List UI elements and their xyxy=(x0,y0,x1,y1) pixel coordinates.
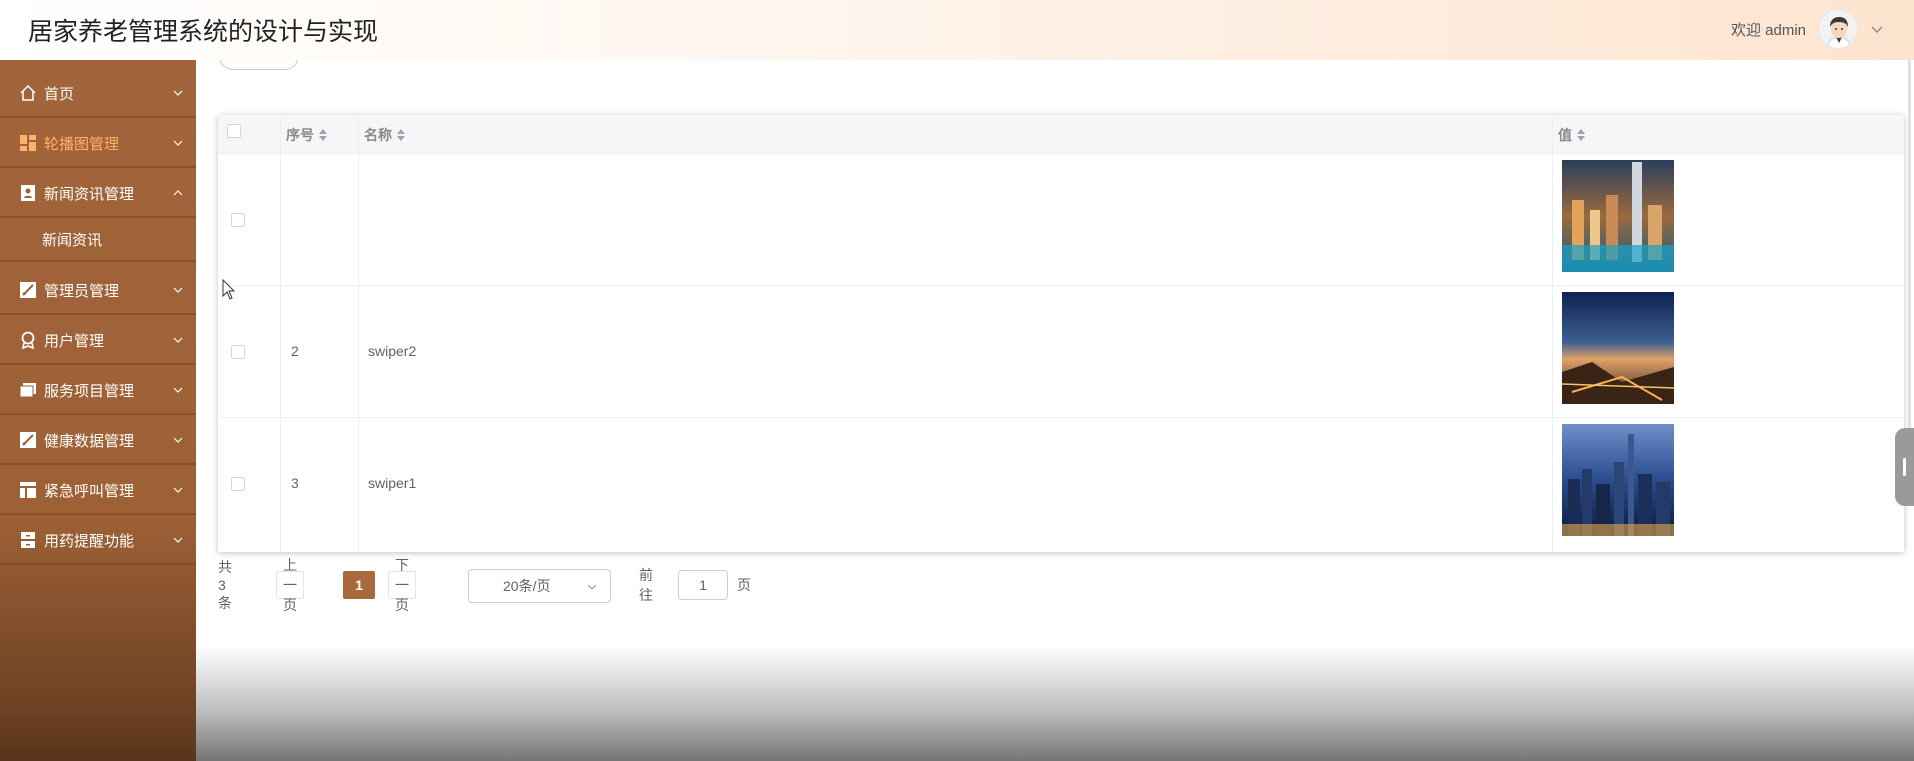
side-drawer-handle[interactable] xyxy=(1895,428,1914,506)
column-header-name[interactable]: 名称 xyxy=(364,115,406,154)
sidebar-item-label: 服务项目管理 xyxy=(44,382,135,400)
chevron-up-icon xyxy=(173,190,183,196)
city-night-thumbnail[interactable] xyxy=(1562,160,1674,272)
goto-page-input[interactable]: 1 xyxy=(678,570,728,600)
layout-icon xyxy=(18,480,38,500)
dashboard-icon xyxy=(18,133,38,153)
sidebar: 首页 轮播图管理 新闻资讯管理 新闻资讯 管理员管理 用户管理 服务项目管理 健… xyxy=(0,60,196,761)
chevron-down-icon xyxy=(173,437,183,443)
sidebar-item-label: 新闻资讯管理 xyxy=(44,185,135,203)
badge-icon xyxy=(18,330,38,350)
sidebar-item-news-management[interactable]: 新闻资讯管理 xyxy=(0,170,196,218)
table-header: 序号 名称 值 xyxy=(218,115,1904,154)
select-all-checkbox[interactable] xyxy=(227,124,241,138)
contact-card-icon xyxy=(18,183,38,203)
avatar[interactable] xyxy=(1818,9,1858,49)
sidebar-subitem-label: 新闻资讯 xyxy=(42,231,103,249)
goto-label: 前往 xyxy=(639,567,653,603)
page-size-value: 20条/页 xyxy=(503,578,551,594)
goto-suffix: 页 xyxy=(737,577,751,593)
sidebar-item-label: 管理员管理 xyxy=(44,282,120,300)
sidebar-item-health-data[interactable]: 健康数据管理 xyxy=(0,417,196,465)
chevron-down-icon xyxy=(173,337,183,343)
welcome-text: 欢迎 admin xyxy=(1730,21,1806,39)
data-table: 序号 名称 值 2 swiper2 3 swiper1 xyxy=(218,115,1904,552)
current-page-button[interactable]: 1 xyxy=(343,571,375,599)
column-header-index[interactable]: 序号 xyxy=(286,115,328,154)
sidebar-item-admin-management[interactable]: 管理员管理 xyxy=(0,267,196,315)
edit-box-icon xyxy=(18,280,38,300)
next-page-button[interactable]: 下一页 xyxy=(388,557,416,613)
city-sunset-thumbnail[interactable] xyxy=(1562,292,1674,404)
sidebar-subitem-news[interactable]: 新闻资讯 xyxy=(0,218,196,262)
chevron-down-icon[interactable] xyxy=(1870,22,1884,36)
sort-icon[interactable] xyxy=(396,128,406,142)
mouse-cursor-icon xyxy=(222,279,236,300)
edit-box-icon xyxy=(18,430,38,450)
folder-icon xyxy=(18,380,38,400)
chevron-down-icon xyxy=(173,537,183,543)
scrollbar-track[interactable] xyxy=(1908,60,1911,440)
sidebar-item-emergency-call[interactable]: 紧急呼叫管理 xyxy=(0,467,196,515)
top-header: 居家养老管理系统的设计与实现 欢迎 admin xyxy=(0,0,1914,60)
page-size-select[interactable]: 20条/页 xyxy=(468,569,611,603)
sidebar-item-home[interactable]: 首页 xyxy=(0,70,196,118)
sort-icon[interactable] xyxy=(318,128,328,142)
row-index: 3 xyxy=(291,475,299,491)
chevron-down-icon xyxy=(587,584,597,590)
home-icon xyxy=(18,83,38,103)
chevron-down-icon xyxy=(173,387,183,393)
row-checkbox[interactable] xyxy=(231,213,245,227)
table-row: 3 swiper1 xyxy=(218,418,1904,550)
app-title: 居家养老管理系统的设计与实现 xyxy=(28,17,379,46)
row-checkbox[interactable] xyxy=(231,345,245,359)
sidebar-item-label: 首页 xyxy=(44,85,75,103)
chevron-down-icon xyxy=(173,90,183,96)
table-row: 2 swiper2 xyxy=(218,286,1904,418)
chevron-down-icon xyxy=(173,140,183,146)
column-header-value[interactable]: 值 xyxy=(1558,115,1586,154)
city-skyline-thumbnail[interactable] xyxy=(1562,424,1674,536)
storage-icon xyxy=(18,530,38,550)
user-area[interactable]: 欢迎 admin xyxy=(1731,5,1884,53)
table-row xyxy=(218,154,1904,286)
sidebar-item-medication-reminder[interactable]: 用药提醒功能 xyxy=(0,517,196,565)
sidebar-item-label: 用户管理 xyxy=(44,332,105,350)
row-name: swiper1 xyxy=(368,475,417,491)
sidebar-item-user-management[interactable]: 用户管理 xyxy=(0,317,196,365)
bottom-overlay xyxy=(196,645,1914,761)
sidebar-item-label: 健康数据管理 xyxy=(44,432,135,450)
row-name: swiper2 xyxy=(368,343,417,359)
chevron-down-icon xyxy=(173,487,183,493)
sidebar-item-label: 紧急呼叫管理 xyxy=(44,482,135,500)
chevron-down-icon xyxy=(173,287,183,293)
row-index: 2 xyxy=(291,343,299,359)
prev-page-button[interactable]: 上一页 xyxy=(276,557,304,613)
sidebar-item-service-management[interactable]: 服务项目管理 xyxy=(0,367,196,415)
user-avatar-icon xyxy=(1819,10,1857,48)
pagination-total: 共 3 条 xyxy=(218,559,232,611)
sidebar-item-label: 轮播图管理 xyxy=(44,135,120,153)
sort-icon[interactable] xyxy=(1576,128,1586,142)
sidebar-item-label: 用药提醒功能 xyxy=(44,532,135,550)
row-checkbox[interactable] xyxy=(231,477,245,491)
sidebar-item-carousel[interactable]: 轮播图管理 xyxy=(0,120,196,168)
